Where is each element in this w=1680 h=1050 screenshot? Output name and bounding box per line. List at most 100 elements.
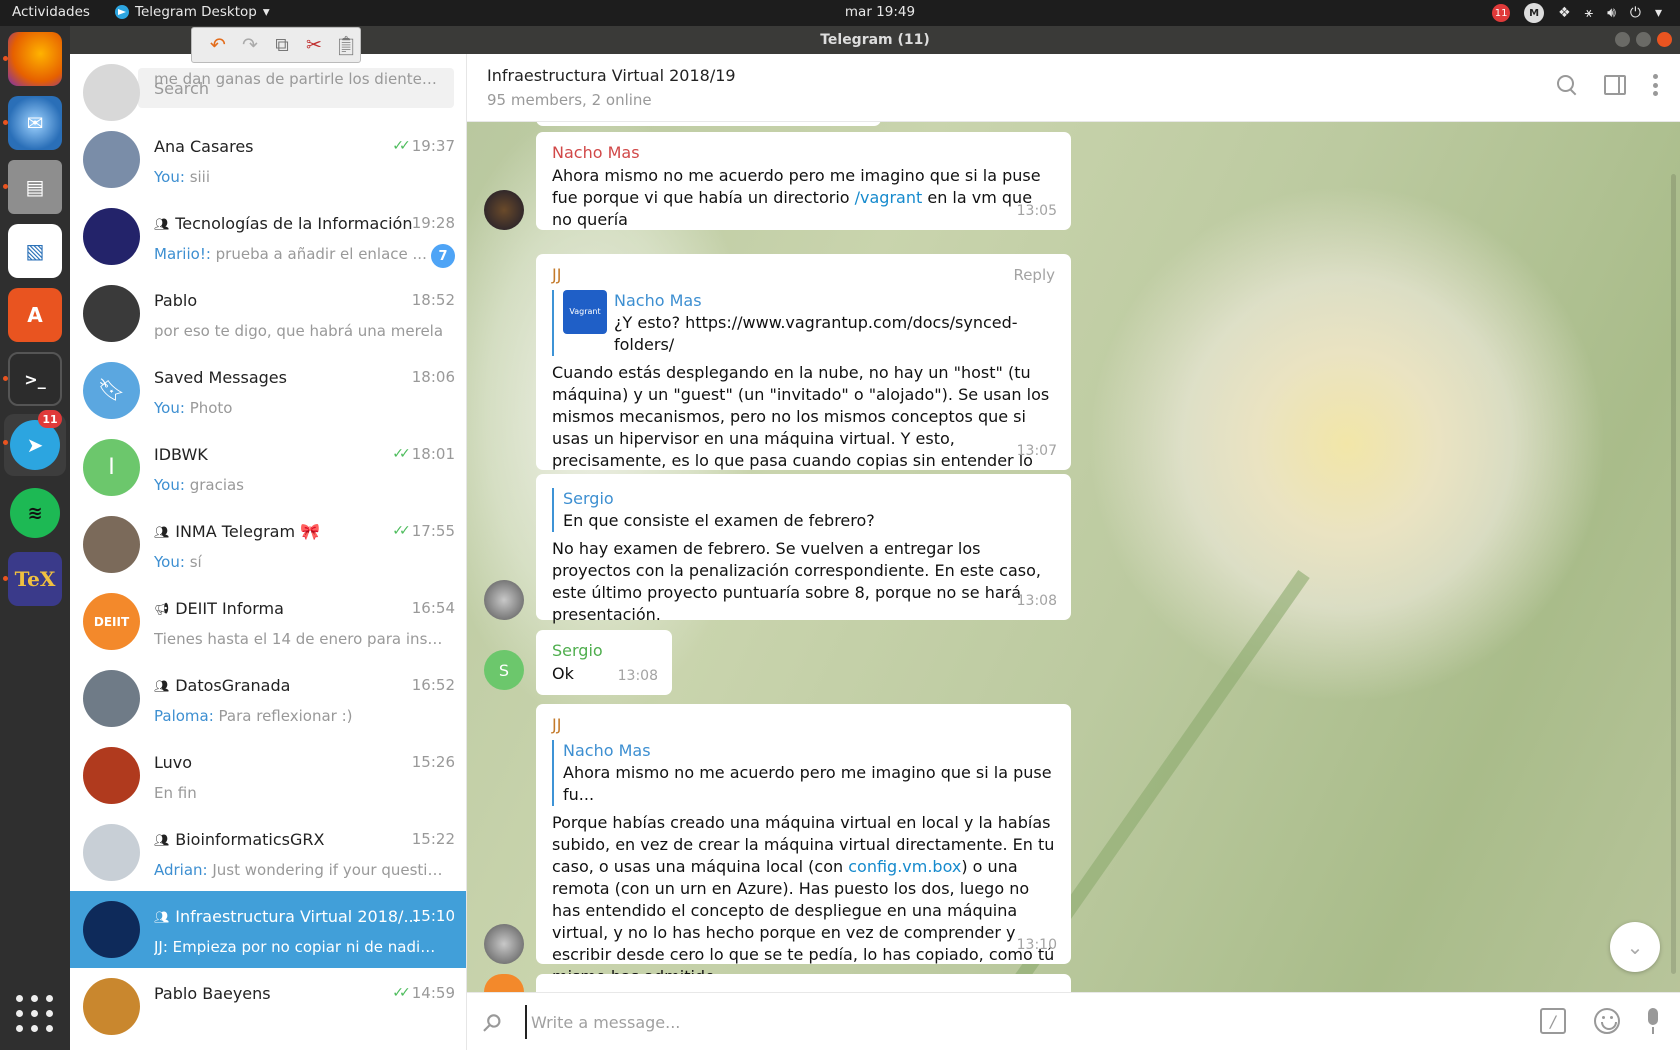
minimize-button[interactable] [1615,32,1630,47]
chat-time-text: 16:52 [411,676,455,694]
software-center-icon[interactable]: A [8,288,62,342]
chat-list-item[interactable]: Pablo Baeyens ✓✓ 14:59 [70,968,466,1045]
network-icon[interactable]: ⚹ [1585,5,1593,21]
chat-list-item[interactable]: Luvo 15:26 En fin [70,737,466,814]
show-applications-icon[interactable] [16,995,54,1033]
message-bubble[interactable]: Sergio Ok 13:08 [536,630,672,695]
chat-time-text: 19:28 [411,214,455,232]
avatar[interactable] [484,190,524,230]
chat-title[interactable]: Infraestructura Virtual 2018/19 [487,66,736,85]
emoji-icon[interactable] [1594,1008,1620,1034]
volume-icon[interactable]: 🔊︎ [1607,5,1616,21]
chat-list-item[interactable]: 👥︎ Infraestructura Virtual 2018/... 15:10 J… [70,891,466,968]
chat-name: Luvo [154,753,192,772]
avatar[interactable] [484,580,524,620]
chat-time-text: 14:59 [411,984,455,1002]
message-link[interactable]: /vagrant [855,188,923,207]
spotify-icon[interactable]: ≋ [10,488,60,538]
chat-header[interactable]: Infraestructura Virtual 2018/19 95 membe… [467,54,1680,122]
copy-icon[interactable]: ⧉ [270,34,294,56]
chat-list-item[interactable]: 👥︎ Tecnologías de la Información 19:28 Mari… [70,198,466,275]
dropbox-icon[interactable]: ❖ [1558,5,1571,21]
telegram-tray-icon[interactable]: 11 [1492,4,1511,22]
message-bubble[interactable]: Nacho Mas Ahora mismo no me acuerdo pero… [536,132,1071,230]
chevron-down-icon[interactable]: ▾ [1655,5,1662,21]
bot-commands-icon[interactable]: / [1540,1008,1566,1034]
running-indicator [3,440,8,445]
message-time: 13:10 [1016,937,1057,953]
message-sender[interactable]: Sergio [552,640,656,662]
edit-toolbar: ↶ ↷ ⧉ ✂ 📋︎ [191,27,361,63]
undo-icon[interactable]: ↶ [206,34,230,56]
running-indicator [3,184,8,189]
chat-name-text: INMA Telegram 🎀 [175,522,321,541]
telegram-unread-badge: 11 [38,410,62,428]
message-text: Ahora mismo no me acuerdo pero me imagin… [552,166,1041,229]
clock[interactable]: mar 19:49 [0,4,1680,20]
message-sender[interactable]: Nacho Mas [552,142,1055,164]
chat-preview-text: prueba a añadir el enlace ... [215,245,427,263]
paste-icon[interactable]: 📋︎ [334,34,358,57]
power-icon[interactable]: ⏻ [1630,5,1641,21]
chat-list-item[interactable]: Ana Casares ✓✓ 19:37 You: siii [70,121,466,198]
running-indicator [3,376,8,381]
message-sender[interactable]: JJ [552,264,1055,286]
avatar[interactable] [484,924,524,964]
avatar [83,516,140,573]
redo-icon[interactable]: ↷ [238,34,262,56]
chat-list-item[interactable]: DEIIT 📢︎ DEIIT Informa 16:54 Tienes hasta el… [70,583,466,660]
chat-time: ✓✓ 19:37 [392,137,455,155]
message-time: 13:08 [617,668,658,684]
firefox-icon[interactable] [8,32,62,86]
reply-button[interactable]: Reply [1013,264,1055,286]
message-bubble[interactable]: JJ Reply Vagrant Nacho Mas ¿Y esto? http… [536,254,1071,492]
avatar [484,974,524,992]
cut-icon[interactable]: ✂ [302,34,326,56]
reply-quote[interactable]: Vagrant Nacho Mas ¿Y esto? https://www.v… [552,290,1055,356]
chat-time-text: 15:22 [411,830,455,848]
tex-icon[interactable]: TeX [8,552,62,606]
chat-list-item[interactable]: 🔖︎ Saved Messages 18:06 You: Photo [70,352,466,429]
chat-preview-text: por eso te digo, que habrá una merela [154,322,444,340]
mail-icon[interactable]: ✉ [8,96,62,150]
chat-time: 15:10 [412,907,455,925]
attach-icon[interactable]: ⚲ [476,1007,508,1039]
message-bubble[interactable]: Sergio En que consiste el examen de febr… [536,474,1071,624]
mega-icon[interactable]: M [1524,3,1545,23]
document-icon[interactable]: ▧ [8,224,62,278]
chat-list-item[interactable]: Pablo 18:52 por eso te digo, que habrá una… [70,275,466,352]
avatar[interactable]: S [484,650,524,690]
microphone-icon[interactable] [1648,1008,1660,1034]
chat-time-text: 17:55 [411,522,455,540]
message-time: 13:08 [1016,593,1057,609]
vagrant-thumbnail: Vagrant [563,290,607,334]
reply-quote[interactable]: Sergio En que consiste el examen de febr… [552,488,1055,532]
message-input[interactable] [525,1005,1405,1039]
maximize-button[interactable] [1636,32,1651,47]
scrollbar[interactable] [1671,174,1676,974]
sidebar-toggle-icon[interactable] [1604,75,1626,95]
avatar [83,670,140,727]
chat-list-item[interactable]: 👥︎ INMA Telegram 🎀 ✓✓ 17:55 You: sí [70,506,466,583]
chat-name-text: Ana Casares [154,137,254,156]
message-link[interactable]: config.vm.box [848,857,961,876]
scroll-to-bottom-button[interactable]: ⌄ [1610,922,1660,972]
quote-text: Ahora mismo no me acuerdo pero me imagin… [563,763,1052,804]
chat-list-item[interactable]: me dan ganas de partirle los dientes a j… [70,54,466,131]
search-icon[interactable] [1556,74,1578,96]
chat-preview: You: siii [154,168,210,186]
chat-list-item[interactable]: 👥︎ DatosGranada 16:52 Paloma: Para reflexio… [70,660,466,737]
terminal-icon[interactable]: >_ [8,352,62,406]
chat-list-item[interactable]: I IDBWK ✓✓ 18:01 You: gracias [70,429,466,506]
chat-preview-sender: JJ: [154,938,173,956]
more-options-icon[interactable] [1652,74,1658,96]
files-icon[interactable]: ▤ [8,160,62,214]
chat-time-text: 19:37 [411,137,455,155]
avatar: DEIIT [83,593,140,650]
chat-time-text: 18:06 [411,368,455,386]
message-sender[interactable]: JJ [552,714,1055,736]
close-button[interactable] [1657,32,1672,47]
reply-quote[interactable]: Nacho Mas Ahora mismo no me acuerdo pero… [552,740,1055,806]
chat-list-item[interactable]: 👥︎ BioinformaticsGRX 15:22 Adrian: Just won… [70,814,466,891]
message-bubble[interactable]: JJ Nacho Mas Ahora mismo no me acuerdo p… [536,704,1071,986]
